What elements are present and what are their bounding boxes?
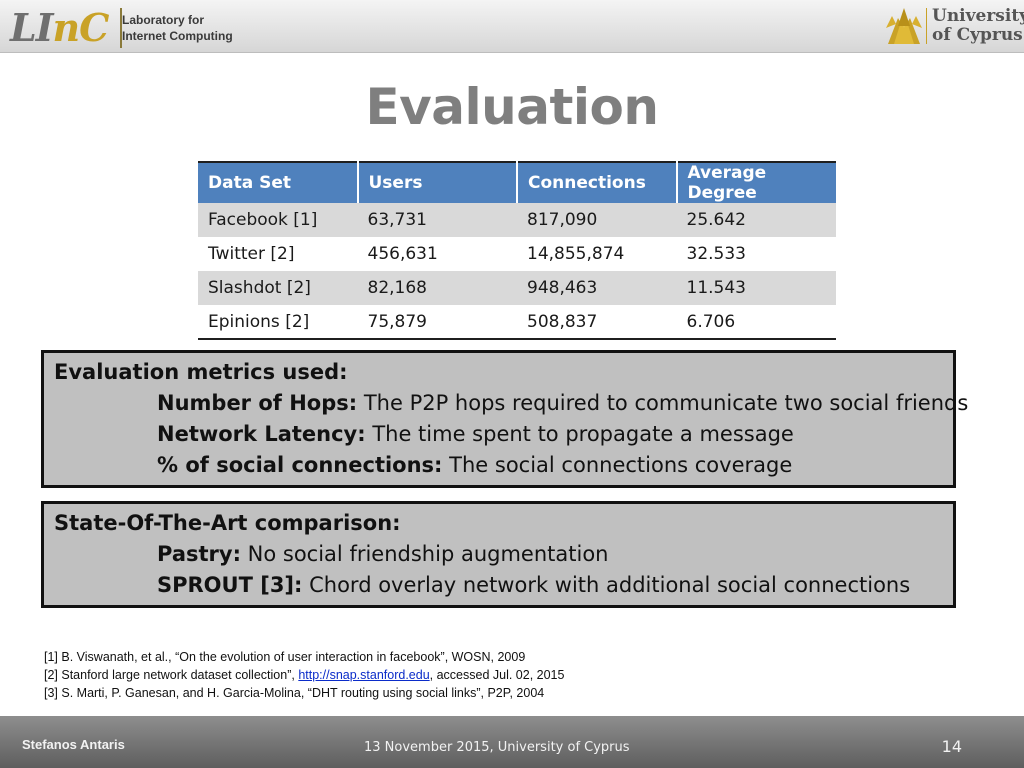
table-cell: Twitter [2] [198,237,358,271]
evaluation-metrics-heading: Evaluation metrics used: [54,360,348,384]
slide-page-number: 14 [941,737,962,756]
table-cell: Facebook [1] [198,203,358,237]
table-cell: 63,731 [357,203,517,237]
university-logo: University of Cyprus [882,2,1024,50]
comparison-heading: State-Of-The-Art comparison: [54,511,401,535]
metric-description: The time spent to propagate a message [365,422,794,446]
reference-3: [3] S. Marti, P. Ganesan, and H. Garcia-… [44,686,545,700]
table-cell: 32.533 [676,237,836,271]
table-cell: 948,463 [517,271,677,305]
reference-2-accessed: , accessed Jul. 02, 2015 [429,668,565,682]
column-header: Data Set [198,162,359,203]
comparison-description: Chord overlay network with additional so… [302,573,911,597]
linc-logo-mark: LInC [10,5,109,50]
comparison-item: Pastry: No social friendship augmentatio… [54,539,943,570]
metric-term: % of social connections: [157,453,443,477]
footer-author: Stefanos Antaris [22,737,125,752]
table-cell: 817,090 [517,203,677,237]
table-row: Slashdot [2] 82,168 948,463 11.543 [198,271,836,305]
linc-logo-line1: Laboratory for [122,13,205,27]
table-cell: 25.642 [676,203,836,237]
table-cell: Epinions [2] [198,305,358,339]
table-cell: 456,631 [357,237,517,271]
slide-title: Evaluation [365,78,659,136]
comparison-term: Pastry: [157,542,241,566]
references: [1] B. Viswanath, et al., “On the evolut… [44,648,564,702]
linc-logo-line2: Internet Computing [122,29,233,43]
comparison-box: State-Of-The-Art comparison: Pastry: No … [41,501,956,608]
linc-logo: LInC Laboratory for Internet Computing [8,4,243,52]
footer-date-place: 13 November 2015, University of Cyprus [364,740,630,755]
table-header-row: Data Set Users Connections Average Degre… [198,162,836,203]
table-row: Facebook [1] 63,731 817,090 25.642 [198,203,836,237]
linc-logo-text: Laboratory for Internet Computing [122,12,233,44]
metric-item: Network Latency: The time spent to propa… [54,419,943,450]
metric-description: The social connections coverage [442,453,793,477]
table-cell: 508,837 [517,305,677,339]
university-logo-line1: University [932,6,1024,26]
university-logo-text: University of Cyprus [932,7,1024,45]
table-cell: 82,168 [357,271,517,305]
metric-description: The P2P hops required to communicate two… [357,391,969,415]
slide-footer: Stefanos Antaris 13 November 2015, Unive… [0,716,1024,768]
university-logo-divider [926,8,927,44]
table-cell: 14,855,874 [517,237,677,271]
slide-header: LInC Laboratory for Internet Computing U… [0,0,1024,53]
column-header: Users [357,162,518,203]
column-header: Connections [517,162,678,203]
dataset-table: Data Set Users Connections Average Degre… [198,161,836,340]
table-row: Twitter [2] 456,631 14,855,874 32.533 [198,237,836,271]
table-cell: 6.706 [676,305,836,339]
university-emblem-icon [886,8,922,44]
column-header: Average Degree [676,162,836,203]
table-cell: Slashdot [2] [198,271,358,305]
reference-2-text: [2] Stanford large network dataset colle… [44,668,299,682]
comparison-description: No social friendship augmentation [240,542,609,566]
evaluation-metrics-box: Evaluation metrics used: Number of Hops:… [41,350,968,488]
reference-2: [2] Stanford large network dataset colle… [44,666,564,684]
table-row: Epinions [2] 75,879 508,837 6.706 [198,305,836,339]
university-logo-line2: of Cyprus [932,25,1023,45]
table-cell: 11.543 [676,271,836,305]
comparison-item: SPROUT [3]: Chord overlay network with a… [54,570,943,601]
metric-item: Number of Hops: The P2P hops required to… [54,388,968,419]
metric-term: Network Latency: [157,422,366,446]
reference-1: [1] B. Viswanath, et al., “On the evolut… [44,650,526,664]
table-cell: 75,879 [357,305,517,339]
comparison-term: SPROUT [3]: [157,573,303,597]
metric-term: Number of Hops: [157,391,358,415]
reference-2-link[interactable]: http://snap.stanford.edu [298,668,429,682]
metric-item: % of social connections: The social conn… [54,450,943,481]
